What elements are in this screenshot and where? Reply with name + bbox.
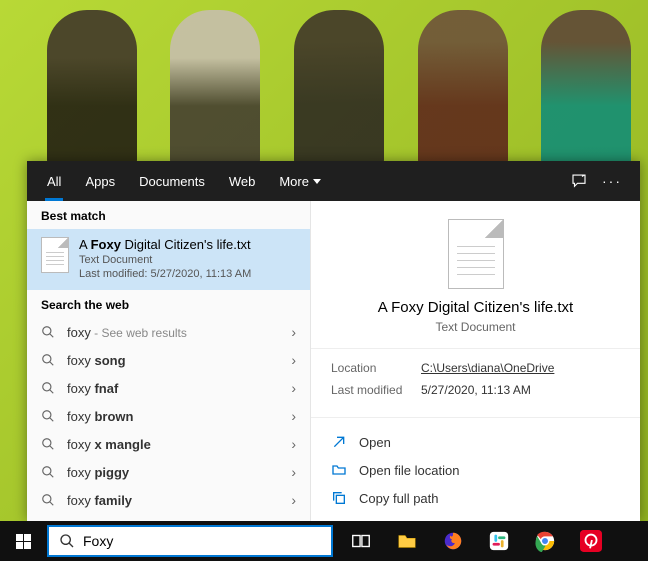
chevron-right-icon: › — [291, 436, 296, 452]
tab-web-label: Web — [229, 174, 256, 189]
web-result-2[interactable]: foxy fnaf› — [27, 374, 310, 402]
tab-documents-label: Documents — [139, 174, 205, 189]
web-result-0[interactable]: foxy - See web results› — [27, 318, 310, 346]
wallpaper-figure — [47, 10, 137, 170]
best-match-result[interactable]: A Foxy Digital Citizen's life.txt Text D… — [27, 229, 310, 290]
web-result-6[interactable]: foxy family› — [27, 486, 310, 514]
modified-label: Last modified — [331, 383, 421, 397]
results-list: Best match A Foxy Digital Citizen's life… — [27, 201, 311, 521]
web-result-4[interactable]: foxy x mangle› — [27, 430, 310, 458]
firefox-icon — [442, 530, 464, 552]
best-match-type: Text Document — [79, 254, 251, 266]
web-result-text: foxy brown — [67, 409, 291, 424]
taskbar-task-view[interactable] — [339, 521, 383, 561]
open-icon — [331, 434, 347, 450]
start-button[interactable] — [0, 521, 46, 561]
web-result-text: foxy piggy — [67, 465, 291, 480]
taskbar-chrome[interactable] — [523, 521, 567, 561]
preview-pane: A Foxy Digital Citizen's life.txt Text D… — [311, 201, 640, 521]
windows-icon — [16, 534, 31, 549]
tab-web[interactable]: Web — [217, 161, 268, 201]
wallpaper-figure — [541, 10, 631, 170]
chevron-right-icon: › — [291, 492, 296, 508]
wallpaper-figure — [170, 10, 260, 170]
action-open-location[interactable]: Open file location — [331, 456, 620, 484]
preview-type: Text Document — [321, 320, 630, 334]
file-explorer-icon — [396, 530, 418, 552]
web-result-text: foxy song — [67, 353, 291, 368]
taskbar-firefox[interactable] — [431, 521, 475, 561]
feedback-icon[interactable] — [570, 172, 588, 190]
wallpaper-figure — [418, 10, 508, 170]
location-value[interactable]: C:\Users\diana\OneDrive — [421, 361, 554, 375]
search-icon — [41, 437, 55, 451]
tab-more-label: More — [279, 174, 309, 189]
search-icon — [59, 533, 75, 549]
action-open[interactable]: Open — [331, 428, 620, 456]
chevron-right-icon: › — [291, 408, 296, 424]
tab-apps-label: Apps — [85, 174, 115, 189]
web-result-text: foxy - See web results — [67, 325, 291, 340]
chevron-right-icon: › — [291, 324, 296, 340]
folder-icon — [331, 462, 347, 478]
search-icon — [41, 325, 55, 339]
search-icon — [41, 465, 55, 479]
search-flyout: All Apps Documents Web More ··· Best mat… — [27, 161, 640, 521]
taskbar-slack[interactable] — [477, 521, 521, 561]
tab-all[interactable]: All — [35, 161, 73, 201]
search-tabs: All Apps Documents Web More ··· — [27, 161, 640, 201]
taskbar-file-explorer[interactable] — [385, 521, 429, 561]
search-web-heading: Search the web — [27, 290, 310, 318]
chrome-icon — [534, 530, 556, 552]
tab-documents[interactable]: Documents — [127, 161, 217, 201]
copy-icon — [331, 490, 347, 506]
action-copy-path[interactable]: Copy full path — [331, 484, 620, 512]
search-icon — [41, 381, 55, 395]
web-result-1[interactable]: foxy song› — [27, 346, 310, 374]
chevron-right-icon: › — [291, 464, 296, 480]
action-open-location-label: Open file location — [359, 463, 459, 478]
app-p-icon — [580, 530, 602, 552]
taskbar — [0, 521, 648, 561]
task-view-icon — [350, 530, 372, 552]
best-match-modified: Last modified: 5/27/2020, 11:13 AM — [79, 268, 251, 280]
chevron-down-icon — [313, 179, 321, 184]
search-icon — [41, 493, 55, 507]
web-result-5[interactable]: foxy piggy› — [27, 458, 310, 486]
search-icon — [41, 409, 55, 423]
taskbar-search-box[interactable] — [47, 525, 333, 557]
search-input[interactable] — [83, 533, 321, 549]
tab-more[interactable]: More — [267, 161, 333, 201]
modified-value: 5/27/2020, 11:13 AM — [421, 383, 531, 397]
web-result-text: foxy x mangle — [67, 437, 291, 452]
tab-all-label: All — [47, 174, 61, 189]
best-match-title: A Foxy Digital Citizen's life.txt — [79, 237, 251, 252]
web-result-3[interactable]: foxy brown› — [27, 402, 310, 430]
web-result-text: foxy fnaf — [67, 381, 291, 396]
text-document-icon — [448, 219, 504, 289]
action-copy-path-label: Copy full path — [359, 491, 439, 506]
tab-apps[interactable]: Apps — [73, 161, 127, 201]
wallpaper-figure — [294, 10, 384, 170]
text-document-icon — [41, 237, 69, 273]
preview-title: A Foxy Digital Citizen's life.txt — [321, 299, 630, 316]
taskbar-app-p[interactable] — [569, 521, 613, 561]
location-label: Location — [331, 361, 421, 375]
web-result-text: foxy family — [67, 493, 291, 508]
slack-icon — [488, 530, 510, 552]
action-open-label: Open — [359, 435, 391, 450]
more-options-icon[interactable]: ··· — [602, 173, 622, 189]
best-match-heading: Best match — [27, 201, 310, 229]
chevron-right-icon: › — [291, 352, 296, 368]
search-icon — [41, 353, 55, 367]
chevron-right-icon: › — [291, 380, 296, 396]
